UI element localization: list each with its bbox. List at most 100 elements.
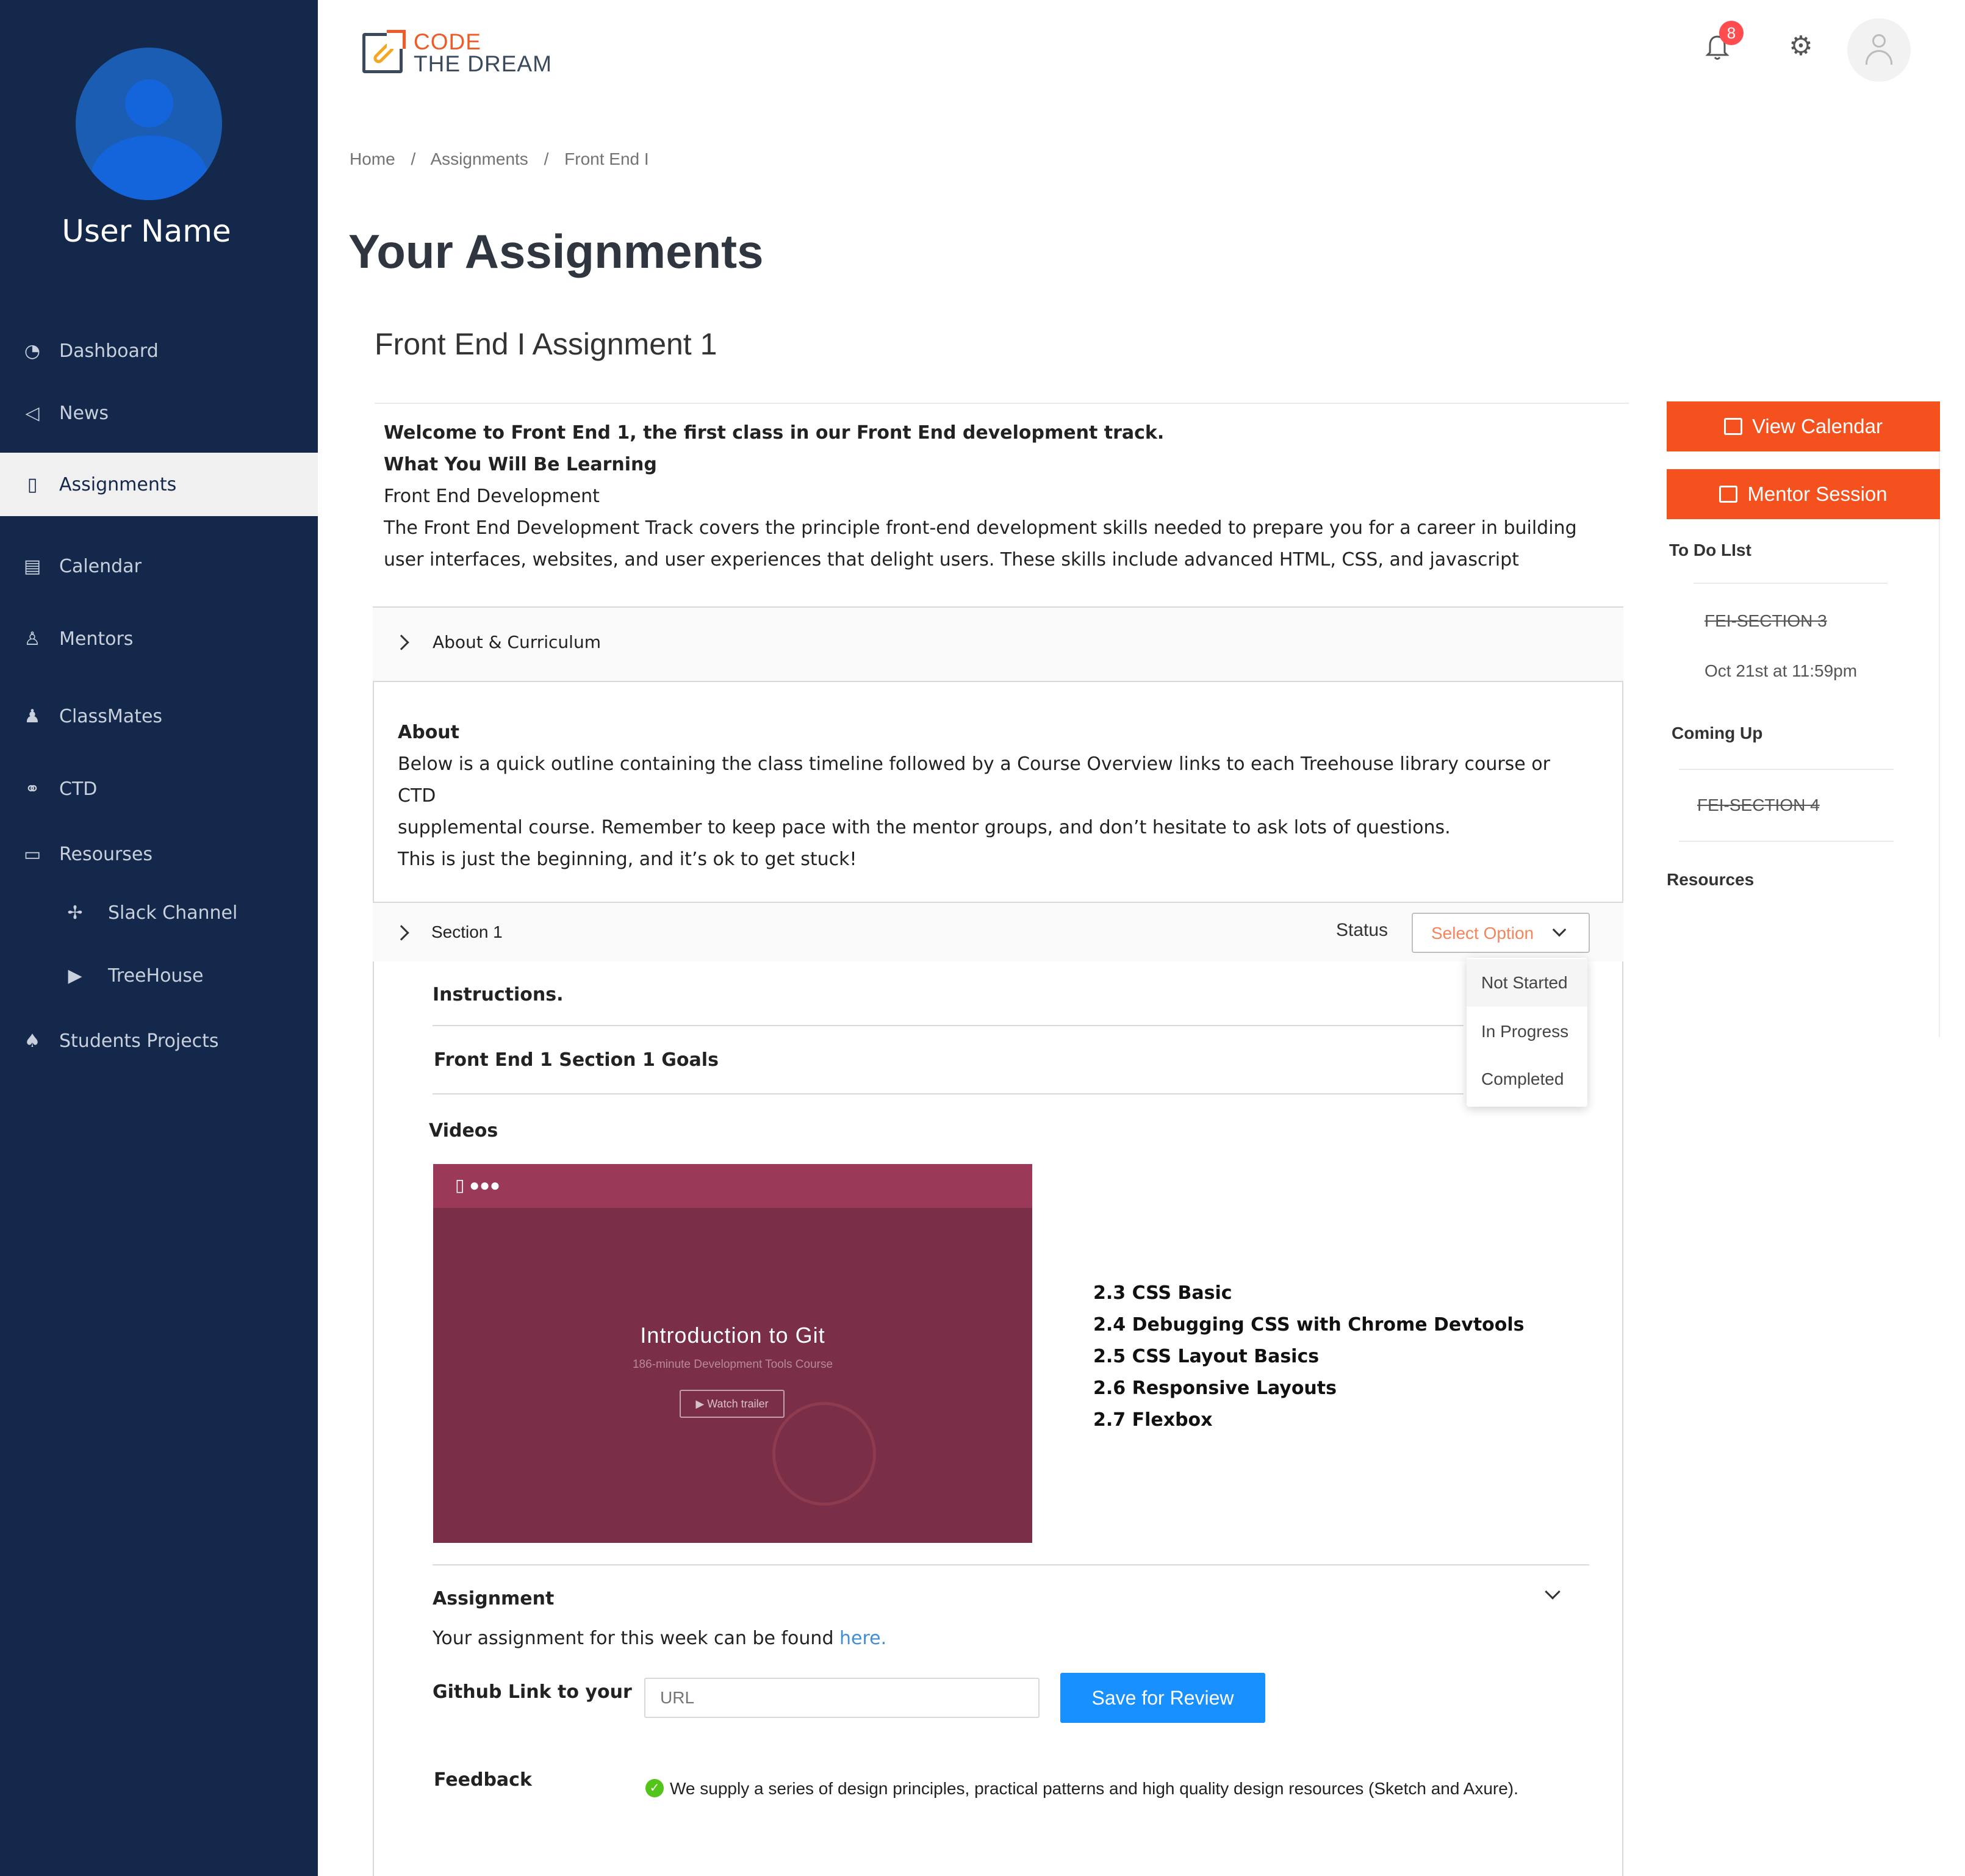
sidebar-item-label: TreeHouse	[108, 965, 204, 987]
megaphone-icon: ◁	[25, 402, 40, 424]
intro-welcome: Welcome to Front End 1, the first class …	[384, 422, 1165, 444]
sidebar: User Name ◔ Dashboard ◁ News ▯ Assignmen…	[0, 0, 318, 1876]
coming-up-item-link[interactable]: FEI-SECTION 4	[1697, 796, 1820, 815]
check-circle-icon: ✓	[645, 1779, 664, 1797]
presentation-icon: ▭	[23, 843, 41, 865]
status-label: Status	[1336, 920, 1388, 940]
section1-label: Section 1	[431, 922, 503, 941]
video-link[interactable]: 2.7 Flexbox	[1093, 1409, 1213, 1431]
user-name: User Name	[62, 214, 231, 249]
sidebar-item-calendar[interactable]: ▤ Calendar	[0, 536, 318, 597]
sidebar-item-label: Students Projects	[59, 1030, 219, 1052]
sidebar-item-slack-channel[interactable]: ✢ Slack Channel	[0, 882, 318, 943]
slack-icon: ✢	[67, 902, 83, 924]
sidebar-item-label: Slack Channel	[108, 902, 238, 924]
video-link[interactable]: 2.6 Responsive Layouts	[1093, 1378, 1337, 1399]
sidebar-item-label: News	[59, 402, 109, 424]
sidebar-item-assignments[interactable]: ▯ Assignments	[0, 453, 318, 516]
intro-learning-heading: What You Will Be Learning	[384, 454, 657, 475]
video-link[interactable]: 2.3 CSS Basic	[1093, 1282, 1232, 1304]
breadcrumb-assignments[interactable]: Assignments	[431, 149, 528, 168]
logo-mark-icon	[362, 30, 406, 73]
view-calendar-label: View Calendar	[1751, 415, 1883, 437]
code-the-dream-logo[interactable]: CODE THE DREAM	[362, 29, 564, 78]
dashboard-icon: ◔	[24, 340, 41, 362]
chevron-right-icon	[393, 634, 409, 650]
github-url-input[interactable]	[644, 1678, 1040, 1718]
status-select-placeholder: Select Option	[1431, 924, 1534, 943]
divider	[433, 1564, 1589, 1565]
intro-track: Front End Development	[384, 486, 600, 507]
sidebar-item-ctd[interactable]: ⚭ CTD	[0, 758, 318, 819]
sidebar-item-label: Calendar	[59, 555, 142, 577]
todo-due-date: Oct 21st at 11:59pm	[1705, 661, 1858, 680]
video-subtitle: 186-minute Development Tools Course	[632, 1358, 833, 1371]
assignment-text: Your assignment for this week can be fou…	[433, 1628, 886, 1649]
assignment-heading: Assignment	[433, 1588, 555, 1609]
divider	[1679, 769, 1894, 770]
sidebar-item-resources[interactable]: ▭ Resourses	[0, 824, 318, 885]
coming-up-heading: Coming Up	[1672, 724, 1763, 742]
sidebar-item-label: Assignments	[59, 473, 177, 495]
divider	[433, 1093, 1464, 1094]
play-icon: ▶	[68, 965, 82, 987]
video-link[interactable]: 2.5 CSS Layout Basics	[1093, 1346, 1319, 1367]
intro-description-line1: The Front End Development Track covers t…	[384, 517, 1577, 539]
chevron-down-icon	[1552, 922, 1567, 937]
breadcrumb-separator: /	[544, 149, 549, 168]
option-completed[interactable]: Completed	[1467, 1055, 1587, 1103]
sidebar-item-label: ClassMates	[59, 705, 163, 727]
view-calendar-button[interactable]: View Calendar	[1667, 401, 1940, 451]
video-camera-icon	[1719, 486, 1738, 503]
mentor-session-label: Mentor Session	[1747, 483, 1888, 505]
sidebar-item-label: Dashboard	[59, 340, 159, 362]
watch-trailer-button[interactable]: ▶ Watch trailer	[680, 1390, 785, 1418]
gear-icon[interactable]: ⚙	[1786, 32, 1816, 61]
status-select[interactable]: Select Option	[1412, 913, 1590, 953]
sidebar-item-label: CTD	[59, 778, 98, 800]
feedback-text: We supply a series of design principles,…	[670, 1779, 1518, 1798]
link-icon: ⚭	[24, 778, 40, 800]
goals-heading[interactable]: Front End 1 Section 1 Goals	[434, 1049, 719, 1071]
sidebar-item-mentors[interactable]: ♙ Mentors	[0, 608, 318, 669]
assignment-title: Front End I Assignment 1	[375, 327, 717, 361]
book-icon: ▯	[27, 473, 38, 495]
video-thumbnail[interactable]: ▯ ●●● Introduction to Git 186-minute Dev…	[433, 1164, 1032, 1543]
video-toolbar: ▯ ●●●	[433, 1164, 1032, 1208]
calendar-icon	[1723, 418, 1742, 435]
sidebar-item-dashboard[interactable]: ◔ Dashboard	[0, 320, 318, 381]
profile-avatar-icon[interactable]	[1847, 18, 1911, 82]
assignment-text-body: Your assignment for this week can be fou…	[433, 1628, 840, 1649]
sidebar-item-treehouse[interactable]: ▶ TreeHouse	[0, 945, 318, 1006]
video-link[interactable]: 2.4 Debugging CSS with Chrome Devtools	[1093, 1314, 1525, 1335]
divider	[1679, 841, 1894, 842]
sidebar-item-news[interactable]: ◁ News	[0, 383, 318, 444]
about-line1: Below is a quick outline containing the …	[398, 753, 1550, 775]
resources-heading: Resources	[1667, 870, 1755, 889]
divider	[433, 1025, 1464, 1026]
feedback-label: Feedback	[434, 1769, 532, 1791]
breadcrumb-home[interactable]: Home	[350, 149, 395, 168]
assignment-here-link[interactable]: here.	[839, 1628, 886, 1649]
github-label: Github Link to your	[433, 1681, 632, 1703]
todo-item-link[interactable]: FEI-SECTION 3	[1705, 611, 1827, 631]
breadcrumb-front-end-i: Front End I	[564, 149, 649, 168]
todo-heading: To Do LIst	[1669, 541, 1751, 559]
about-curriculum-label: About & Curriculum	[433, 632, 601, 652]
instructions-heading[interactable]: Instructions.	[433, 984, 564, 1005]
sidebar-item-classmates[interactable]: ♟ ClassMates	[0, 686, 318, 747]
about-heading: About	[398, 722, 460, 743]
option-in-progress[interactable]: In Progress	[1467, 1008, 1587, 1055]
sidebar-item-students-projects[interactable]: ♠ Students Projects	[0, 1010, 318, 1071]
sidebar-item-label: Resourses	[59, 843, 153, 865]
user-icon: ♙	[24, 628, 41, 650]
breadcrumb-separator: /	[411, 149, 416, 168]
about-curriculum-header[interactable]: About & Curriculum	[373, 606, 1623, 682]
divider	[1694, 583, 1888, 584]
mentor-session-button[interactable]: Mentor Session	[1667, 469, 1940, 519]
save-for-review-button[interactable]: Save for Review	[1060, 1673, 1265, 1723]
user-avatar-icon[interactable]	[76, 48, 222, 200]
option-not-started[interactable]: Not Started	[1467, 959, 1587, 1007]
users-icon: ♟	[24, 705, 41, 727]
page-title: Your Assignments	[348, 225, 764, 278]
